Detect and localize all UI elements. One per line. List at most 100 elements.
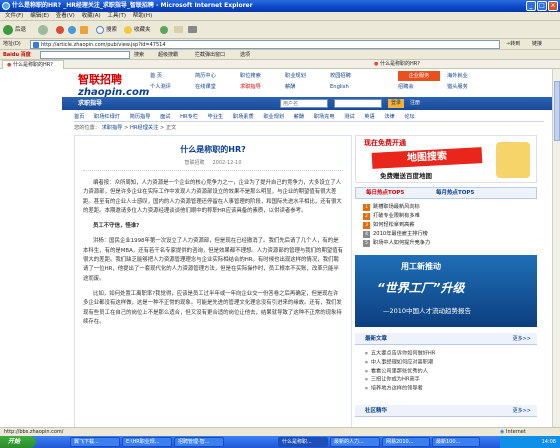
article-paragraph: 比如，如何处置工离职率?我觉得，应该是员工过半年或一年向企业交一份答卷之后再确定… bbox=[83, 290, 342, 325]
search-button[interactable]: 搜索 bbox=[96, 24, 117, 36]
menu-tools[interactable]: 工具(T) bbox=[107, 12, 126, 21]
scroll-thumb[interactable] bbox=[554, 81, 560, 141]
task-5[interactable]: 最新的人力... bbox=[330, 437, 380, 447]
task-4[interactable]: 什么是称职... bbox=[278, 437, 328, 447]
subnav-home[interactable]: 首页 bbox=[74, 112, 84, 122]
nav-english[interactable]: English bbox=[330, 82, 349, 93]
maximize-button[interactable]: □ bbox=[537, 1, 547, 11]
nav-home[interactable]: 首 页 bbox=[150, 71, 162, 82]
overseas-link[interactable]: 海外就业 bbox=[447, 71, 468, 81]
list-item[interactable]: 4 2010年最佳雇主排行榜 bbox=[363, 230, 533, 239]
baidu-search-input[interactable] bbox=[40, 51, 130, 59]
tab-1[interactable]: ● 什么是称职的HR? bbox=[2, 60, 64, 69]
start-button[interactable]: 开始 bbox=[0, 436, 36, 448]
tab-daily-hot[interactable]: 每日热点TOP5 bbox=[366, 188, 404, 199]
baidu-search-button[interactable]: 搜索 bbox=[134, 50, 144, 60]
list-item[interactable]: 中人事经理如何应对离职潮 bbox=[365, 358, 533, 367]
globe-icon: ◉ bbox=[500, 429, 505, 435]
subnav-traffic-light[interactable]: 职场红绿灯 bbox=[94, 112, 120, 122]
minimize-button[interactable]: _ bbox=[526, 1, 536, 11]
subnav-graduate[interactable]: 毕业生 bbox=[208, 112, 224, 122]
article-paragraph: 编者按：众所周知，人力资源是一个企业的核心竞争力之一，企业为了提升自己的竞争力，… bbox=[83, 180, 342, 214]
go-button[interactable]: ➜转到 bbox=[506, 40, 520, 49]
nav-job-search[interactable]: 职位搜索 bbox=[240, 71, 261, 82]
home-button[interactable] bbox=[80, 24, 90, 36]
site-logo[interactable]: 智联招聘 zhaopin.com bbox=[78, 71, 158, 98]
nav-assessment[interactable]: 个人测评 bbox=[150, 82, 171, 93]
vertical-scrollbar[interactable] bbox=[552, 69, 560, 427]
subnav-charge[interactable]: 职场充电 bbox=[314, 112, 335, 122]
nav-job-guide[interactable]: 求职指导 bbox=[240, 82, 261, 93]
breadcrumb-job-guide[interactable]: 求职指导 bbox=[102, 125, 123, 131]
list-item[interactable]: 5 职场中人如何提升竞争力 bbox=[363, 239, 533, 248]
nav-online-class[interactable]: 在线课堂 bbox=[195, 82, 216, 93]
menu-help[interactable]: 帮助(H) bbox=[133, 12, 152, 21]
sub-nav: 首页 职场红绿灯 简历指导 面试 HR专栏 毕业生 职场素质 职业规划 薪酬 职… bbox=[74, 112, 544, 122]
nav-campus[interactable]: 校园招聘 bbox=[330, 71, 351, 82]
window-title: 什么是称职的HR? _HR经理关注_求职指导_智联招聘 - Microsoft … bbox=[12, 2, 253, 9]
subnav-forum[interactable]: 论坛 bbox=[404, 112, 414, 122]
menu-file[interactable]: 文件(F) bbox=[5, 12, 23, 21]
task-3[interactable]: 招聘管理-智... bbox=[174, 437, 224, 447]
username-input[interactable] bbox=[280, 99, 328, 108]
register-link[interactable]: 注册 bbox=[410, 97, 420, 110]
taskbar: 开始 翼飞下载... E:\HR职业规... 招聘管理-智... 什么是称职..… bbox=[0, 436, 560, 448]
task-1[interactable]: 翼飞下载... bbox=[70, 437, 120, 447]
links-label[interactable]: 链接 bbox=[532, 40, 542, 49]
popup-blocker-link[interactable]: 拦截弹出窗口 bbox=[195, 50, 225, 60]
enterprise-service-button[interactable]: 企业服务 bbox=[398, 71, 440, 81]
subnav-hr[interactable]: HR专栏 bbox=[180, 112, 198, 122]
menu-favorites[interactable]: 收藏(A) bbox=[82, 12, 101, 21]
clock: 14:08 bbox=[541, 439, 556, 445]
nav-salary[interactable]: 薪酬 bbox=[285, 82, 295, 93]
baidu-map-ad[interactable]: 现在免费开通 地图搜索 免费赠送百度地图 bbox=[355, 135, 537, 183]
mail-button[interactable] bbox=[174, 24, 185, 36]
subnav-career[interactable]: 职业规划 bbox=[263, 112, 284, 122]
headhunter-link[interactable]: 猎头服务 bbox=[447, 82, 468, 92]
subnav-law[interactable]: 法律 bbox=[384, 112, 394, 122]
task-7[interactable]: 最新100... bbox=[432, 437, 480, 447]
nav-resume[interactable]: 简历中心 bbox=[195, 71, 216, 82]
subnav-interview[interactable]: 面试 bbox=[160, 112, 170, 122]
close-button[interactable]: × bbox=[548, 1, 558, 11]
list-item[interactable]: 3 如何轻松拿到高薪 bbox=[363, 221, 533, 230]
list-item[interactable]: 1 跳槽职场最新风向标 bbox=[363, 203, 533, 212]
subnav-quality[interactable]: 职场素质 bbox=[233, 112, 254, 122]
menu-view[interactable]: 查看(V) bbox=[56, 12, 75, 21]
subnav-test[interactable]: 测试 bbox=[344, 112, 354, 122]
print-button[interactable] bbox=[188, 24, 199, 36]
menu-edit[interactable]: 编辑(E) bbox=[30, 12, 49, 21]
breadcrumb-hr[interactable]: HR经理关注 bbox=[130, 125, 158, 131]
options-link[interactable]: 选项 bbox=[240, 50, 250, 60]
nav-career-plan[interactable]: 职业规划 bbox=[285, 71, 306, 82]
tab-monthly-hot[interactable]: 每月热点TOP5 bbox=[436, 188, 474, 199]
list-item[interactable]: 2 打破专业限制有多难 bbox=[363, 212, 533, 221]
subnav-english[interactable]: 英语 bbox=[364, 112, 374, 122]
address-url: http://article.zhaopin.com/pub/view.jsp?… bbox=[41, 42, 166, 48]
world-factory-ad[interactable]: 用工新推动 “世界工厂”升级 —2010中国人才流动趋势报告 bbox=[355, 255, 537, 327]
subnav-resume[interactable]: 简历指导 bbox=[130, 112, 151, 122]
password-input[interactable] bbox=[334, 99, 382, 108]
more-link[interactable]: 更多>> bbox=[513, 333, 531, 345]
job-fair-link[interactable]: 招聘会 bbox=[398, 82, 414, 92]
list-item[interactable]: 培养地方这样的领导者 bbox=[365, 384, 533, 393]
task-6[interactable]: 网易2010... bbox=[382, 437, 430, 447]
mail-icon bbox=[174, 26, 183, 33]
history-button[interactable] bbox=[160, 24, 170, 36]
back-button[interactable]: 后退 bbox=[3, 24, 26, 36]
ad2-sub: —2010中国人才流动趋势报告 bbox=[383, 307, 472, 315]
super-search-link[interactable]: 超级搜霸 bbox=[158, 50, 178, 60]
list-item[interactable]: 看看公司里那些优秀的人 bbox=[365, 367, 533, 376]
address-input[interactable]: http://article.zhaopin.com/pub/view.jsp?… bbox=[30, 40, 500, 49]
forward-button[interactable] bbox=[38, 24, 50, 36]
refresh-button[interactable] bbox=[68, 24, 78, 36]
more-link[interactable]: 更多>> bbox=[513, 405, 531, 417]
task-2[interactable]: E:\HR职业规... bbox=[122, 437, 172, 447]
stop-button[interactable] bbox=[56, 24, 66, 36]
favorites-button[interactable]: 收藏夹 bbox=[124, 24, 151, 36]
list-item[interactable]: 五大要点告诉你如何做好HR bbox=[365, 349, 533, 358]
login-button[interactable]: 登录 bbox=[388, 99, 404, 108]
subnav-salary[interactable]: 薪酬 bbox=[294, 112, 304, 122]
list-item[interactable]: 三招让你成为HR高手 bbox=[365, 375, 533, 384]
tab-2[interactable]: ● 什么是称职的HR? bbox=[370, 60, 440, 69]
